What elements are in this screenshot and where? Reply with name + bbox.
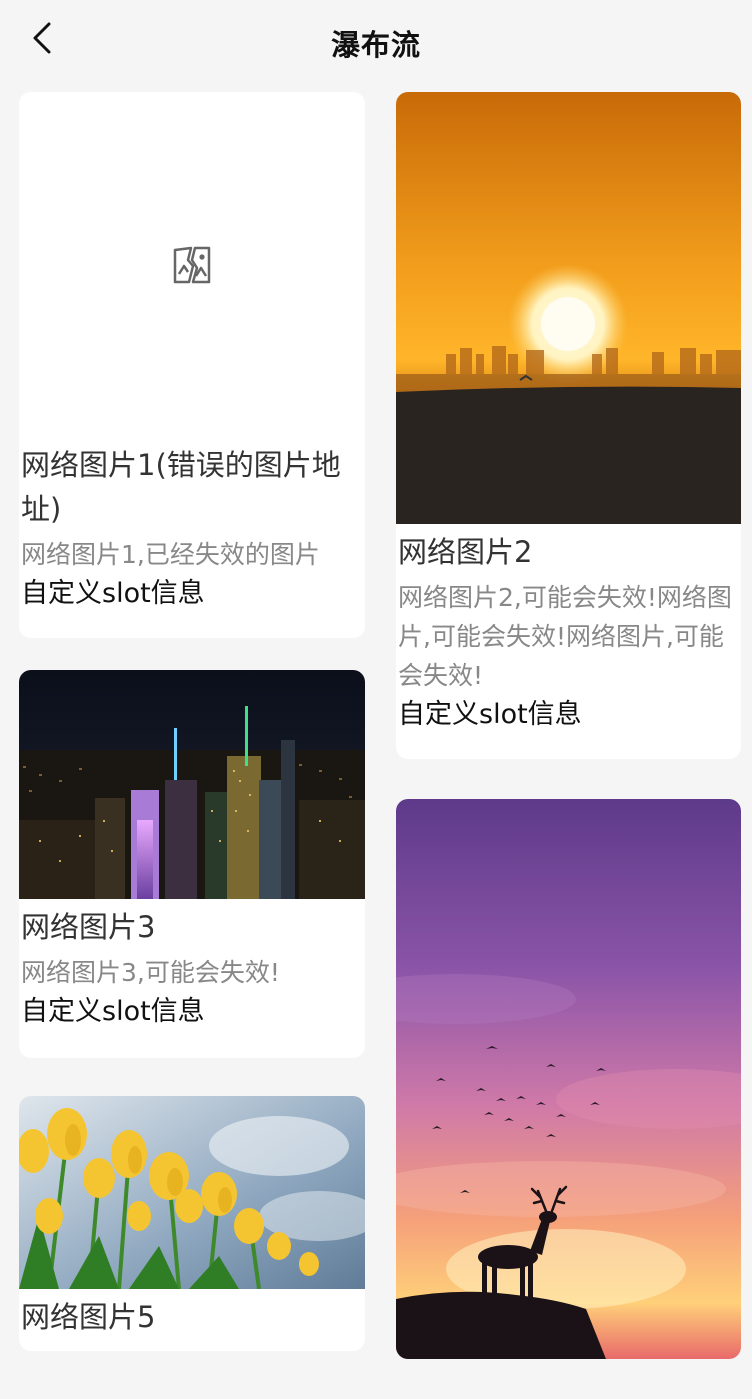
yellow-tulips-photo xyxy=(19,1096,365,1289)
card-slot-info: 自定义slot信息 xyxy=(21,578,205,609)
waterfall-column-left: 网络图片1(错误的图片地址) 网络图片1,已经失效的图片 自定义slot信息 网… xyxy=(19,92,365,1389)
card-description: 网络图片2,可能会失效!网络图片,可能会失效!网络图片,可能会失效! xyxy=(398,583,732,690)
broken-image-icon xyxy=(173,246,211,283)
card-description: 网络图片3,可能会失效! xyxy=(21,958,280,987)
waterfall-card[interactable]: 网络图片5 xyxy=(19,1096,365,1351)
nav-bar: 瀑布流 xyxy=(0,0,752,84)
waterfall-card[interactable] xyxy=(396,799,741,1359)
waterfall-card[interactable]: 网络图片3 网络图片3,可能会失效! 自定义slot信息 xyxy=(19,670,365,1058)
waterfall-card[interactable]: 网络图片1(错误的图片地址) 网络图片1,已经失效的图片 自定义slot信息 xyxy=(19,92,365,638)
image-placeholder xyxy=(19,92,365,437)
waterfall-card[interactable]: 网络图片2 网络图片2,可能会失效!网络图片,可能会失效!网络图片,可能会失效!… xyxy=(396,92,741,759)
sunset-city-photo xyxy=(396,92,741,524)
card-title: 网络图片2 xyxy=(398,535,533,569)
card-slot-info: 自定义slot信息 xyxy=(398,699,582,730)
city-night-photo xyxy=(19,670,365,899)
waterfall-column-right: 网络图片2 网络图片2,可能会失效!网络图片,可能会失效!网络图片,可能会失效!… xyxy=(396,92,741,1399)
page-title: 瀑布流 xyxy=(330,28,421,62)
card-title: 网络图片1(错误的图片地址) xyxy=(21,448,341,526)
card-title: 网络图片3 xyxy=(21,910,156,944)
card-slot-info: 自定义slot信息 xyxy=(21,996,205,1027)
card-title: 网络图片5 xyxy=(21,1300,156,1334)
deer-sunset-photo xyxy=(396,799,741,1359)
card-description: 网络图片1,已经失效的图片 xyxy=(21,540,320,569)
